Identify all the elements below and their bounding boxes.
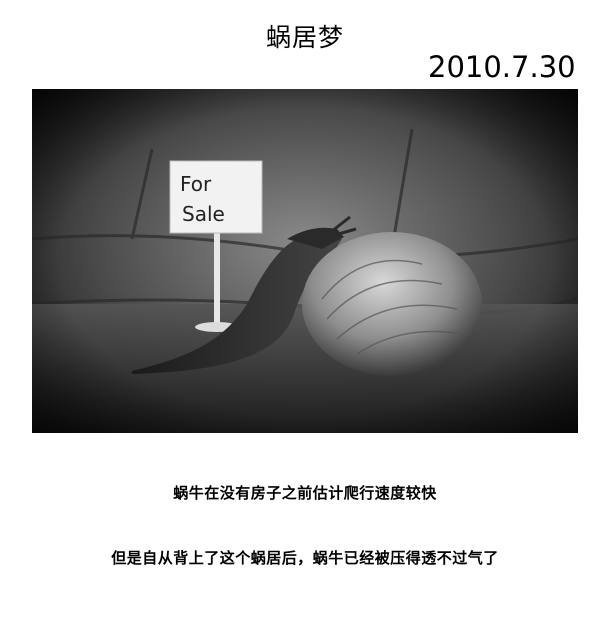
post-date: 2010.7.30: [428, 50, 576, 84]
page-title: 蜗居梦: [265, 23, 344, 52]
snail-photo: For Sale: [32, 89, 578, 433]
caption-1: 蜗牛在没有房子之前估计爬行速度较快: [173, 484, 437, 502]
caption-2: 但是自从背上了这个蜗居后，蜗牛已经被压得透不过气了: [111, 549, 499, 567]
